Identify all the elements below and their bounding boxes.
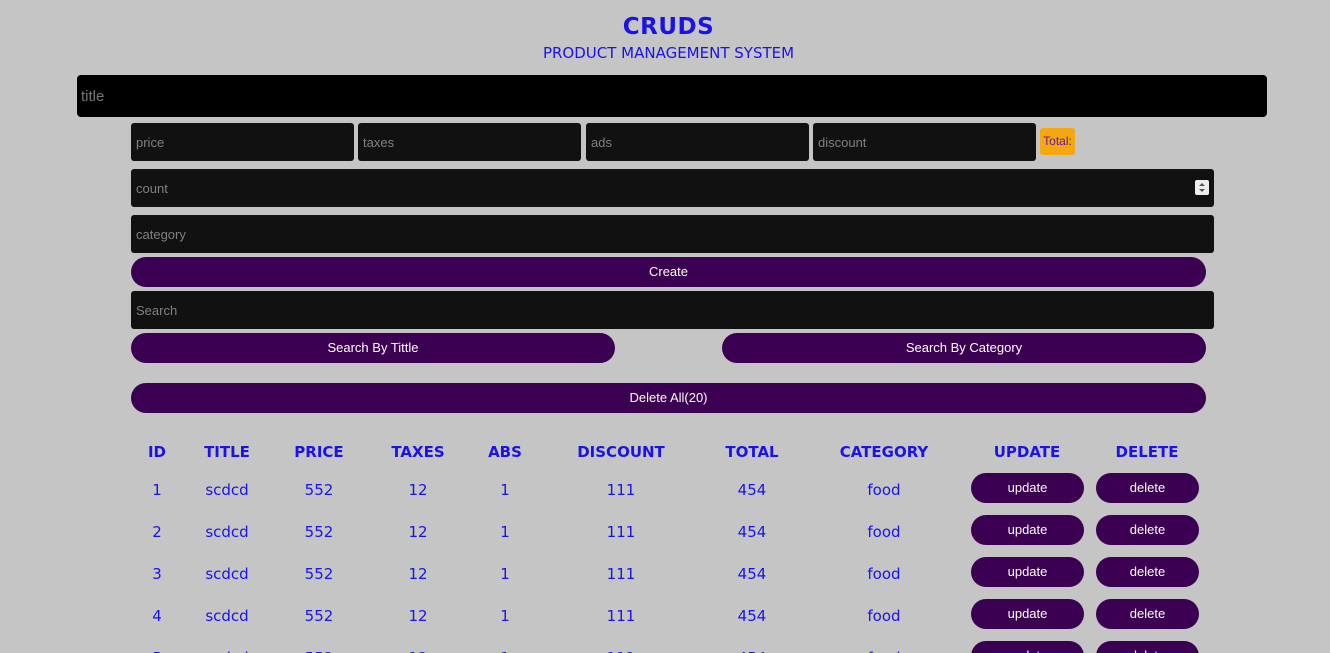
delete-button[interactable]: delete [1096, 641, 1199, 653]
discount-input[interactable] [813, 123, 1036, 161]
cell-discount: 111 [606, 481, 636, 499]
cell-discount: 111 [606, 565, 636, 583]
cell-discount: 111 [606, 523, 636, 541]
cell-abs: 1 [500, 607, 510, 625]
cell-category: food [867, 523, 901, 541]
cell-category: food [867, 481, 901, 499]
cell-total: 454 [692, 649, 812, 653]
total-badge: Total: [1040, 128, 1075, 155]
delete-button[interactable]: delete [1096, 599, 1199, 629]
header-delete: DELETE [1115, 443, 1179, 461]
search-by-title-button[interactable]: Search By Tittle [131, 333, 615, 363]
cell-abs: 1 [500, 481, 510, 499]
delete-button[interactable]: delete [1096, 473, 1199, 503]
cell-category: food [867, 607, 901, 625]
title-input[interactable] [77, 75, 1267, 117]
cell-abs: 1 [500, 523, 510, 541]
cell-total: 454 [737, 565, 767, 583]
cell-discount: 111 [606, 607, 636, 625]
category-input[interactable] [131, 215, 1214, 253]
cell-category: food [867, 565, 901, 583]
crud-app: CRUDS PRODUCT MANAGEMENT SYSTEM Total: C… [0, 0, 1330, 653]
cell-total: 454 [737, 523, 767, 541]
search-by-category-button[interactable]: Search By Category [722, 333, 1206, 363]
update-button[interactable]: update [971, 557, 1084, 587]
cell-category: food [824, 649, 944, 653]
update-button[interactable]: update [971, 599, 1084, 629]
ads-input[interactable] [586, 123, 809, 161]
header-update: UPDATE [993, 443, 1061, 461]
cell-discount: 111 [561, 649, 681, 653]
update-button[interactable]: update [971, 473, 1084, 503]
cell-abs: 1 [500, 565, 510, 583]
header-total: TOTAL [725, 443, 779, 461]
update-button[interactable]: update [971, 515, 1084, 545]
taxes-input[interactable] [358, 123, 581, 161]
count-spinner[interactable] [1195, 180, 1209, 195]
count-input[interactable] [131, 169, 1214, 207]
header-category: CATEGORY [839, 443, 929, 461]
page-title: CRUDS [622, 14, 715, 40]
search-input[interactable] [131, 291, 1214, 329]
header-abs: ABS [488, 443, 522, 461]
price-input[interactable] [131, 123, 354, 161]
cell-total: 454 [737, 607, 767, 625]
delete-button[interactable]: delete [1096, 515, 1199, 545]
page-subtitle: PRODUCT MANAGEMENT SYSTEM [542, 44, 795, 62]
header-discount: DISCOUNT [577, 443, 665, 461]
create-button[interactable]: Create [131, 257, 1206, 287]
update-button[interactable]: update [971, 641, 1084, 653]
delete-all-button[interactable]: Delete All(20) [131, 383, 1206, 413]
cell-total: 454 [737, 481, 767, 499]
delete-button[interactable]: delete [1096, 557, 1199, 587]
cell-abs: 1 [445, 649, 565, 653]
